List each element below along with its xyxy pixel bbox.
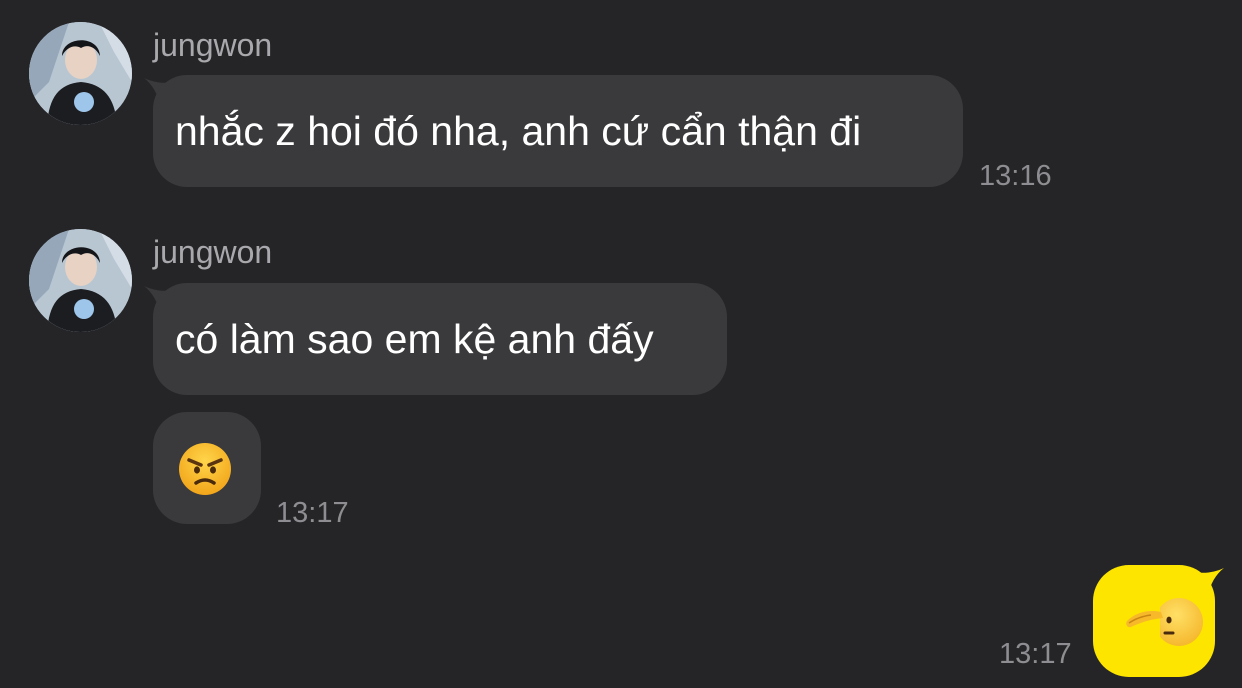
emoji-message-bubble[interactable]	[153, 412, 261, 524]
angry-face-emoji-icon	[179, 443, 231, 495]
bubble-tail	[1196, 568, 1224, 596]
message-timestamp: 13:17	[999, 638, 1072, 670]
message-timestamp: 13:17	[276, 497, 349, 529]
profile-photo-icon	[29, 229, 132, 332]
profile-photo-icon	[29, 22, 132, 125]
message-text: nhắc z hoi đó nha, anh cứ cẩn thận đi	[175, 108, 862, 154]
sender-name: jungwon	[153, 234, 273, 270]
message-bubble[interactable]: có làm sao em kệ anh đấy	[153, 283, 727, 395]
sender-avatar[interactable]	[29, 22, 132, 125]
chat-view: jungwon nhắc z hoi đó nha, anh cứ cẩn th…	[0, 0, 1242, 688]
message-bubble[interactable]: nhắc z hoi đó nha, anh cứ cẩn thận đi	[153, 75, 963, 187]
message-text: có làm sao em kệ anh đấy	[175, 316, 654, 362]
message-timestamp: 13:16	[979, 160, 1052, 192]
sender-avatar[interactable]	[29, 229, 132, 332]
sender-name: jungwon	[153, 27, 273, 63]
